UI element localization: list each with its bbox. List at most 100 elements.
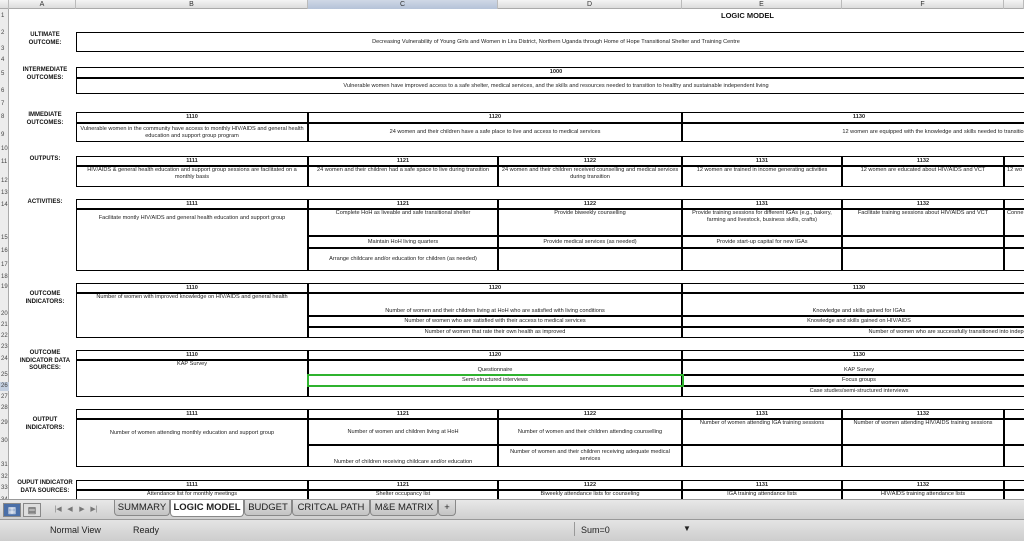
row-header[interactable]: 10 [0,145,9,154]
opi-code-extra[interactable] [1004,409,1024,419]
row-header[interactable]: 18 [0,273,9,282]
oi-code-1120[interactable]: 1120 [308,283,682,293]
opi-code-1111[interactable]: 1111 [76,409,308,419]
oi-text-cd3[interactable]: Number of women that rate their own heal… [308,327,682,338]
output-code-1122[interactable]: 1122 [498,156,682,166]
row-header[interactable]: 16 [0,247,9,256]
immediate-code-1110[interactable]: 1110 [76,112,308,123]
output-text-1111[interactable]: HIV/AIDS & general health education and … [76,166,308,187]
opi-code-1121[interactable]: 1121 [308,409,498,419]
opi-text-c1[interactable]: Number of women and children living at H… [308,419,498,445]
ods-code-1131[interactable]: 1131 [682,480,842,490]
row-header[interactable]: 7 [0,100,9,109]
opi-code-1131[interactable]: 1131 [682,409,842,419]
row-header[interactable]: 28 [0,404,9,413]
tab-logic-model[interactable]: LOGIC MODEL [170,500,244,517]
row-header[interactable]: 29 [0,419,9,428]
ds-code-1120[interactable]: 1120 [308,350,682,360]
ds-empty-cd3[interactable] [308,386,682,397]
ods-text-extra[interactable] [1004,490,1024,499]
output-code-1132[interactable]: 1132 [842,156,1004,166]
row-header[interactable]: 4 [0,56,9,65]
normal-view-icon[interactable]: ▦ [3,503,21,517]
oi-text-ef3[interactable]: Number of women who are successfully tra… [682,327,1024,338]
ods-code-1121[interactable]: 1121 [308,480,498,490]
intermediate-code-cell[interactable]: 1000 [76,67,1024,78]
row-header[interactable]: 30 [0,437,9,446]
tab-me-matrix[interactable]: M&E MATRIX [370,500,438,516]
last-sheet-button[interactable]: ▶| [90,505,98,515]
sum-dropdown[interactable]: Sum=0 ▼ [574,522,694,536]
oi-text-ef2[interactable]: Knowledge and skills gained on HIV/AIDS [682,316,1024,327]
activity-empty-e3[interactable] [682,248,842,271]
opi-text-g[interactable]: N [1004,419,1024,445]
row-header[interactable]: 12 [0,177,9,186]
output-code-1131[interactable]: 1131 [682,156,842,166]
activity-text-c1[interactable]: Complete HoH as liveable and safe transi… [308,209,498,236]
output-text-1131[interactable]: 12 women are trained in income generatin… [682,166,842,187]
output-text-extra[interactable]: 12 wo [1004,166,1024,187]
oi-text-cd2[interactable]: Number of women who are satisfied with t… [308,316,682,327]
page-layout-view-icon[interactable]: ▤ [23,503,41,517]
ds-text-ef3[interactable]: Case studies/semi-structured interviews [682,386,1024,397]
ods-text-1132[interactable]: HIV/AIDS training attendance lists [842,490,1004,499]
row-header[interactable]: 24 [0,355,9,364]
select-all-corner[interactable] [0,0,9,9]
row-header[interactable]: 5 [0,70,9,79]
oi-text-ef1[interactable]: Knowledge and skills gained for IGAs [682,293,1024,316]
output-text-1122[interactable]: 24 women and their children received cou… [498,166,682,187]
opi-text-e[interactable]: Number of women attending IGA training s… [682,419,842,445]
immediate-text-1110[interactable]: Vulnerable women in the community have a… [76,123,308,142]
row-header[interactable]: 3 [0,45,9,54]
col-header-a[interactable]: A [9,0,76,9]
col-header-e[interactable]: E [682,0,842,9]
ods-code-extra[interactable] [1004,480,1024,490]
activity-empty-f3[interactable] [842,248,1004,271]
row-header[interactable]: 32 [0,473,9,482]
opi-text-d1[interactable]: Number of women and their children atten… [498,419,682,445]
activity-code-1132[interactable]: 1132 [842,199,1004,209]
activity-text-g1[interactable]: Conne [1004,209,1024,236]
output-code-1121[interactable]: 1121 [308,156,498,166]
row-header[interactable]: 6 [0,87,9,96]
prev-sheet-button[interactable]: ◀ [66,505,74,515]
ods-code-1122[interactable]: 1122 [498,480,682,490]
activity-text-e1[interactable]: Provide training sessions for different … [682,209,842,236]
tab-budget[interactable]: BUDGET [244,500,292,516]
activity-text-c3[interactable]: Arrange childcare and/or education for c… [308,248,498,271]
row-header[interactable]: 14 [0,201,9,210]
ods-code-1111[interactable]: 1111 [76,480,308,490]
first-sheet-button[interactable]: |◀ [54,505,62,515]
opi-text-b[interactable]: Number of women attending monthly educat… [76,419,308,467]
ods-code-1132[interactable]: 1132 [842,480,1004,490]
ds-text-ef1[interactable]: KAP Survey [682,360,1024,375]
output-text-1121[interactable]: 24 women and their children had a safe s… [308,166,498,187]
activity-text-d2[interactable]: Provide medical services (as needed) [498,236,682,248]
opi-text-f[interactable]: Number of women attending HIV/AIDS train… [842,419,1004,445]
activity-text-b[interactable]: Facilitate montly HIV/AIDS and general h… [76,209,308,271]
ods-text-1121[interactable]: Shelter occupancy list [308,490,498,499]
immediate-code-1130[interactable]: 1130 [682,112,1024,123]
ods-text-1111[interactable]: Attendance list for monthly meetings [76,490,308,499]
row-header[interactable]: 17 [0,261,9,270]
col-header-b[interactable]: B [76,0,308,9]
opi-empty-f2[interactable] [842,445,1004,467]
row-header[interactable]: 27 [0,393,9,402]
sheet-grid[interactable]: LOGIC MODEL ULTIMATE OUTCOME: Decreasing… [10,9,1024,499]
row-header[interactable]: 33 [0,484,9,493]
opi-text-d2[interactable]: Number of women and their children recei… [498,445,682,467]
output-code-1111[interactable]: 1111 [76,156,308,166]
ds-code-1130[interactable]: 1130 [682,350,1024,360]
immediate-text-1130[interactable]: 12 women are equipped with the knowledge… [682,123,1024,142]
row-header[interactable]: 22 [0,332,9,341]
opi-code-1122[interactable]: 1122 [498,409,682,419]
opi-empty-e2[interactable] [682,445,842,467]
row-header[interactable]: 20 [0,310,9,319]
opi-code-1132[interactable]: 1132 [842,409,1004,419]
ods-text-1131[interactable]: IGA training attendance lists [682,490,842,499]
ds-text-cd1[interactable]: Questionnaire [308,360,682,375]
activity-code-1121[interactable]: 1121 [308,199,498,209]
output-text-1132[interactable]: 12 women are educated about HIV/AIDS and… [842,166,1004,187]
row-header[interactable]: 15 [0,234,9,243]
oi-text-cd1[interactable]: Number of women and their children livin… [308,293,682,316]
